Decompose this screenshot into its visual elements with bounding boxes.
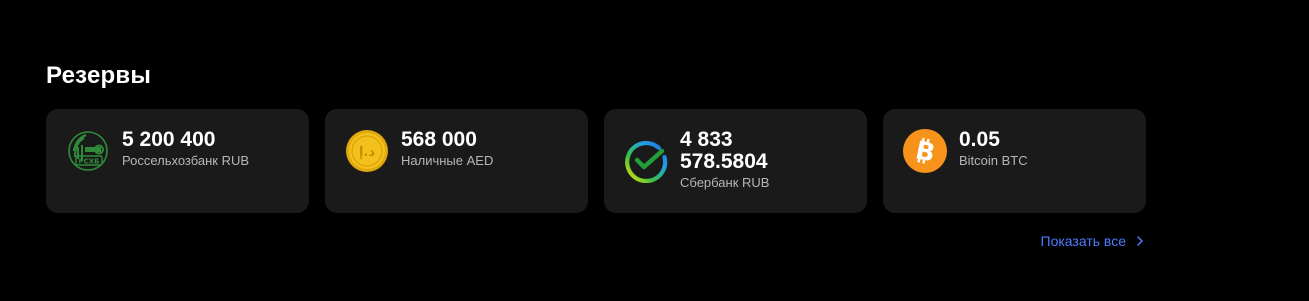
- rosselkhozbank-logo-icon: РСХБ: [66, 129, 110, 173]
- reserve-label: Наличные AED: [401, 153, 494, 168]
- reserve-card-text: 568 000 Наличные AED: [401, 129, 576, 170]
- reserves-cards: РСХБ 5 200 400 Россельхозбанк RUB د.إ 56…: [46, 109, 1146, 213]
- reserve-amount: 5 200 400: [122, 128, 216, 151]
- reserve-amount: 0.05: [959, 128, 1000, 151]
- show-all-label: Показать все: [1040, 233, 1126, 249]
- svg-text:РСХБ: РСХБ: [79, 158, 100, 166]
- section-title: Резервы: [46, 62, 152, 89]
- reserve-label: Сбербанк RUB: [680, 175, 770, 190]
- bitcoin-icon: B: [903, 129, 947, 173]
- reserve-card-cash-aed[interactable]: د.إ 568 000 Наличные AED: [325, 109, 588, 213]
- sberbank-logo-icon: [624, 139, 668, 183]
- show-all-link[interactable]: Показать все: [1041, 232, 1144, 250]
- reserve-amount: 4 833 578.5804: [680, 128, 768, 173]
- reserve-label: Россельхозбанк RUB: [122, 153, 250, 168]
- svg-text:د.إ: د.إ: [359, 145, 375, 160]
- reserve-card-bitcoin[interactable]: B 0.05 Bitcoin BTC: [883, 109, 1146, 213]
- chevron-right-icon: [1136, 236, 1144, 246]
- reserve-card-text: 0.05 Bitcoin BTC: [959, 129, 1134, 170]
- reserve-label: Bitcoin BTC: [959, 153, 1028, 168]
- reserve-card-sberbank[interactable]: 4 833 578.5804 Сбербанк RUB: [604, 109, 867, 213]
- reserve-card-text: 4 833 578.5804 Сбербанк RUB: [680, 129, 855, 192]
- reserve-card-rosselkhozbank[interactable]: РСХБ 5 200 400 Россельхозбанк RUB: [46, 109, 309, 213]
- reserve-card-text: 5 200 400 Россельхозбанк RUB: [122, 129, 297, 170]
- aed-coin-icon: د.إ: [345, 129, 389, 173]
- reserve-amount: 568 000: [401, 128, 477, 151]
